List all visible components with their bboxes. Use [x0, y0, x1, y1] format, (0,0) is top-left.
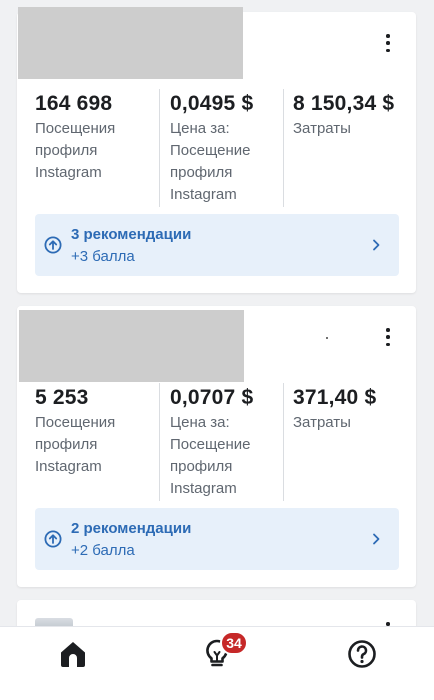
stat-label-line: Instagram [170, 480, 237, 497]
help-icon[interactable] [345, 637, 379, 671]
more-options-icon[interactable] [382, 328, 394, 346]
stat-label-line: Посещение [170, 142, 251, 159]
stat-value: 371,40 $ [293, 386, 377, 409]
ad-card: 164 698 Посещения профиля Instagram 0,04… [17, 7, 416, 293]
stat-label-line: Цена за: [170, 120, 230, 137]
chevron-right-icon [373, 239, 380, 251]
stat-cost-per-result: 0,0707 $ Цена за: Посещение профиля Inst… [159, 383, 283, 501]
stat-label-line: Посещения [35, 414, 116, 431]
stats-row: 164 698 Посещения профиля Instagram 0,04… [35, 89, 399, 207]
stat-label: Посещения профиля Instagram [35, 412, 159, 478]
divider-dot [326, 337, 328, 339]
stat-label-line: профиля [170, 458, 233, 475]
stat-value: 0,0707 $ [170, 386, 254, 409]
stat-spend: 8 150,34 $ Затраты [283, 89, 399, 207]
ad-card: 5 253 Посещения профиля Instagram 0,0707… [17, 306, 416, 587]
bottom-navigation: 34 [0, 626, 434, 700]
stat-label-line: Цена за: [170, 414, 230, 431]
notification-badge: 34 [220, 631, 248, 655]
recommendations-button[interactable]: 2 рекомендации +2 балла [35, 508, 399, 570]
stat-label-line: профиля [35, 142, 98, 159]
chevron-right-icon [373, 533, 380, 545]
stat-label-line: Instagram [35, 164, 102, 181]
stat-label: Посещения профиля Instagram [35, 118, 159, 184]
stat-label-line: Затраты [293, 120, 351, 137]
recommendations-title: 3 рекомендации [71, 226, 192, 243]
stat-label: Цена за: Посещение профиля Instagram [170, 412, 283, 500]
stat-label-line: Посещения [35, 120, 116, 137]
stat-label: Затраты [293, 412, 399, 434]
home-icon[interactable] [56, 637, 90, 671]
recommendations-score: +2 балла [71, 542, 135, 559]
stat-label: Цена за: Посещение профиля Instagram [170, 118, 283, 206]
stat-value: 164 698 [35, 92, 113, 115]
stat-label-line: Instagram [35, 458, 102, 475]
ad-thumbnail[interactable] [35, 618, 73, 626]
stat-label-line: Instagram [170, 186, 237, 203]
arrow-up-circle-icon [44, 236, 62, 254]
arrow-up-circle-icon [44, 530, 62, 548]
stat-spend: 371,40 $ Затраты [283, 383, 399, 501]
recommendations-score: +3 балла [71, 248, 135, 265]
stat-cost-per-result: 0,0495 $ Цена за: Посещение профиля Inst… [159, 89, 283, 207]
stats-row: 5 253 Посещения профиля Instagram 0,0707… [35, 383, 399, 501]
ad-card [17, 600, 416, 626]
more-options-icon[interactable] [382, 34, 394, 52]
stat-results: 5 253 Посещения профиля Instagram [35, 383, 159, 501]
stat-value: 0,0495 $ [170, 92, 254, 115]
ad-feed: 164 698 Посещения профиля Instagram 0,04… [0, 0, 434, 626]
stat-value: 8 150,34 $ [293, 92, 395, 115]
stat-value: 5 253 [35, 386, 89, 409]
stat-results: 164 698 Посещения профиля Instagram [35, 89, 159, 207]
stat-label: Затраты [293, 118, 399, 140]
stat-label-line: профиля [170, 164, 233, 181]
ad-thumbnail[interactable] [18, 7, 243, 79]
stat-label-line: Затраты [293, 414, 351, 431]
recommendations-title: 2 рекомендации [71, 520, 192, 537]
stat-label-line: профиля [35, 436, 98, 453]
stat-label-line: Посещение [170, 436, 251, 453]
recommendations-button[interactable]: 3 рекомендации +3 балла [35, 214, 399, 276]
ad-thumbnail[interactable] [19, 310, 244, 382]
